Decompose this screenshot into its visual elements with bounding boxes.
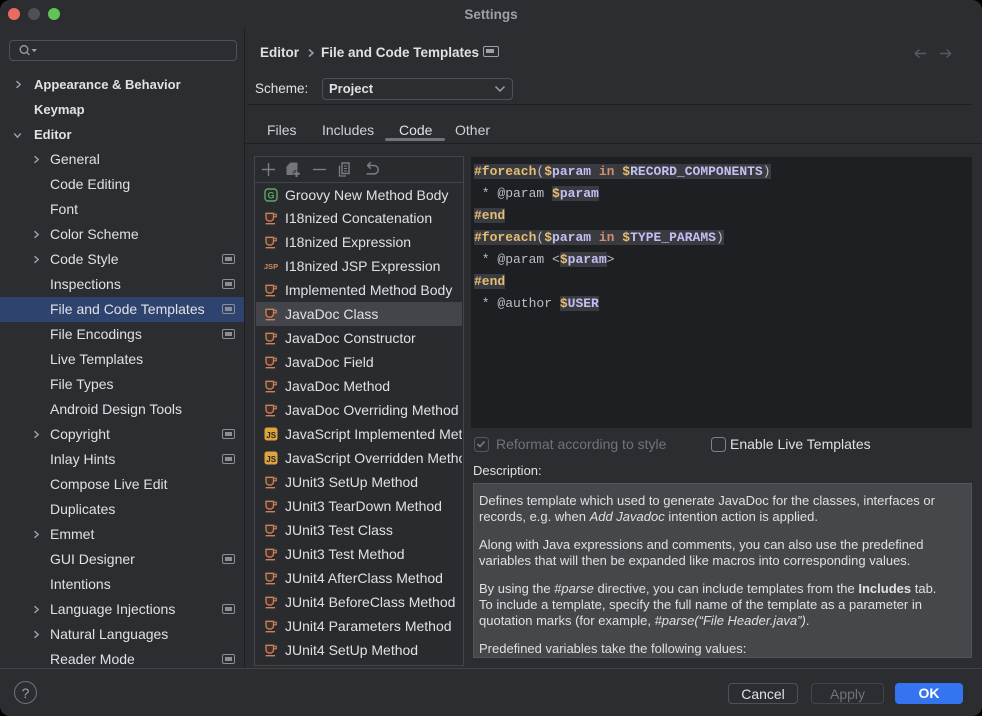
svg-text:G: G — [267, 190, 274, 200]
svg-text:JS: JS — [266, 431, 276, 440]
svg-text:JS: JS — [266, 455, 276, 464]
svg-text:JSP: JSP — [264, 263, 278, 272]
